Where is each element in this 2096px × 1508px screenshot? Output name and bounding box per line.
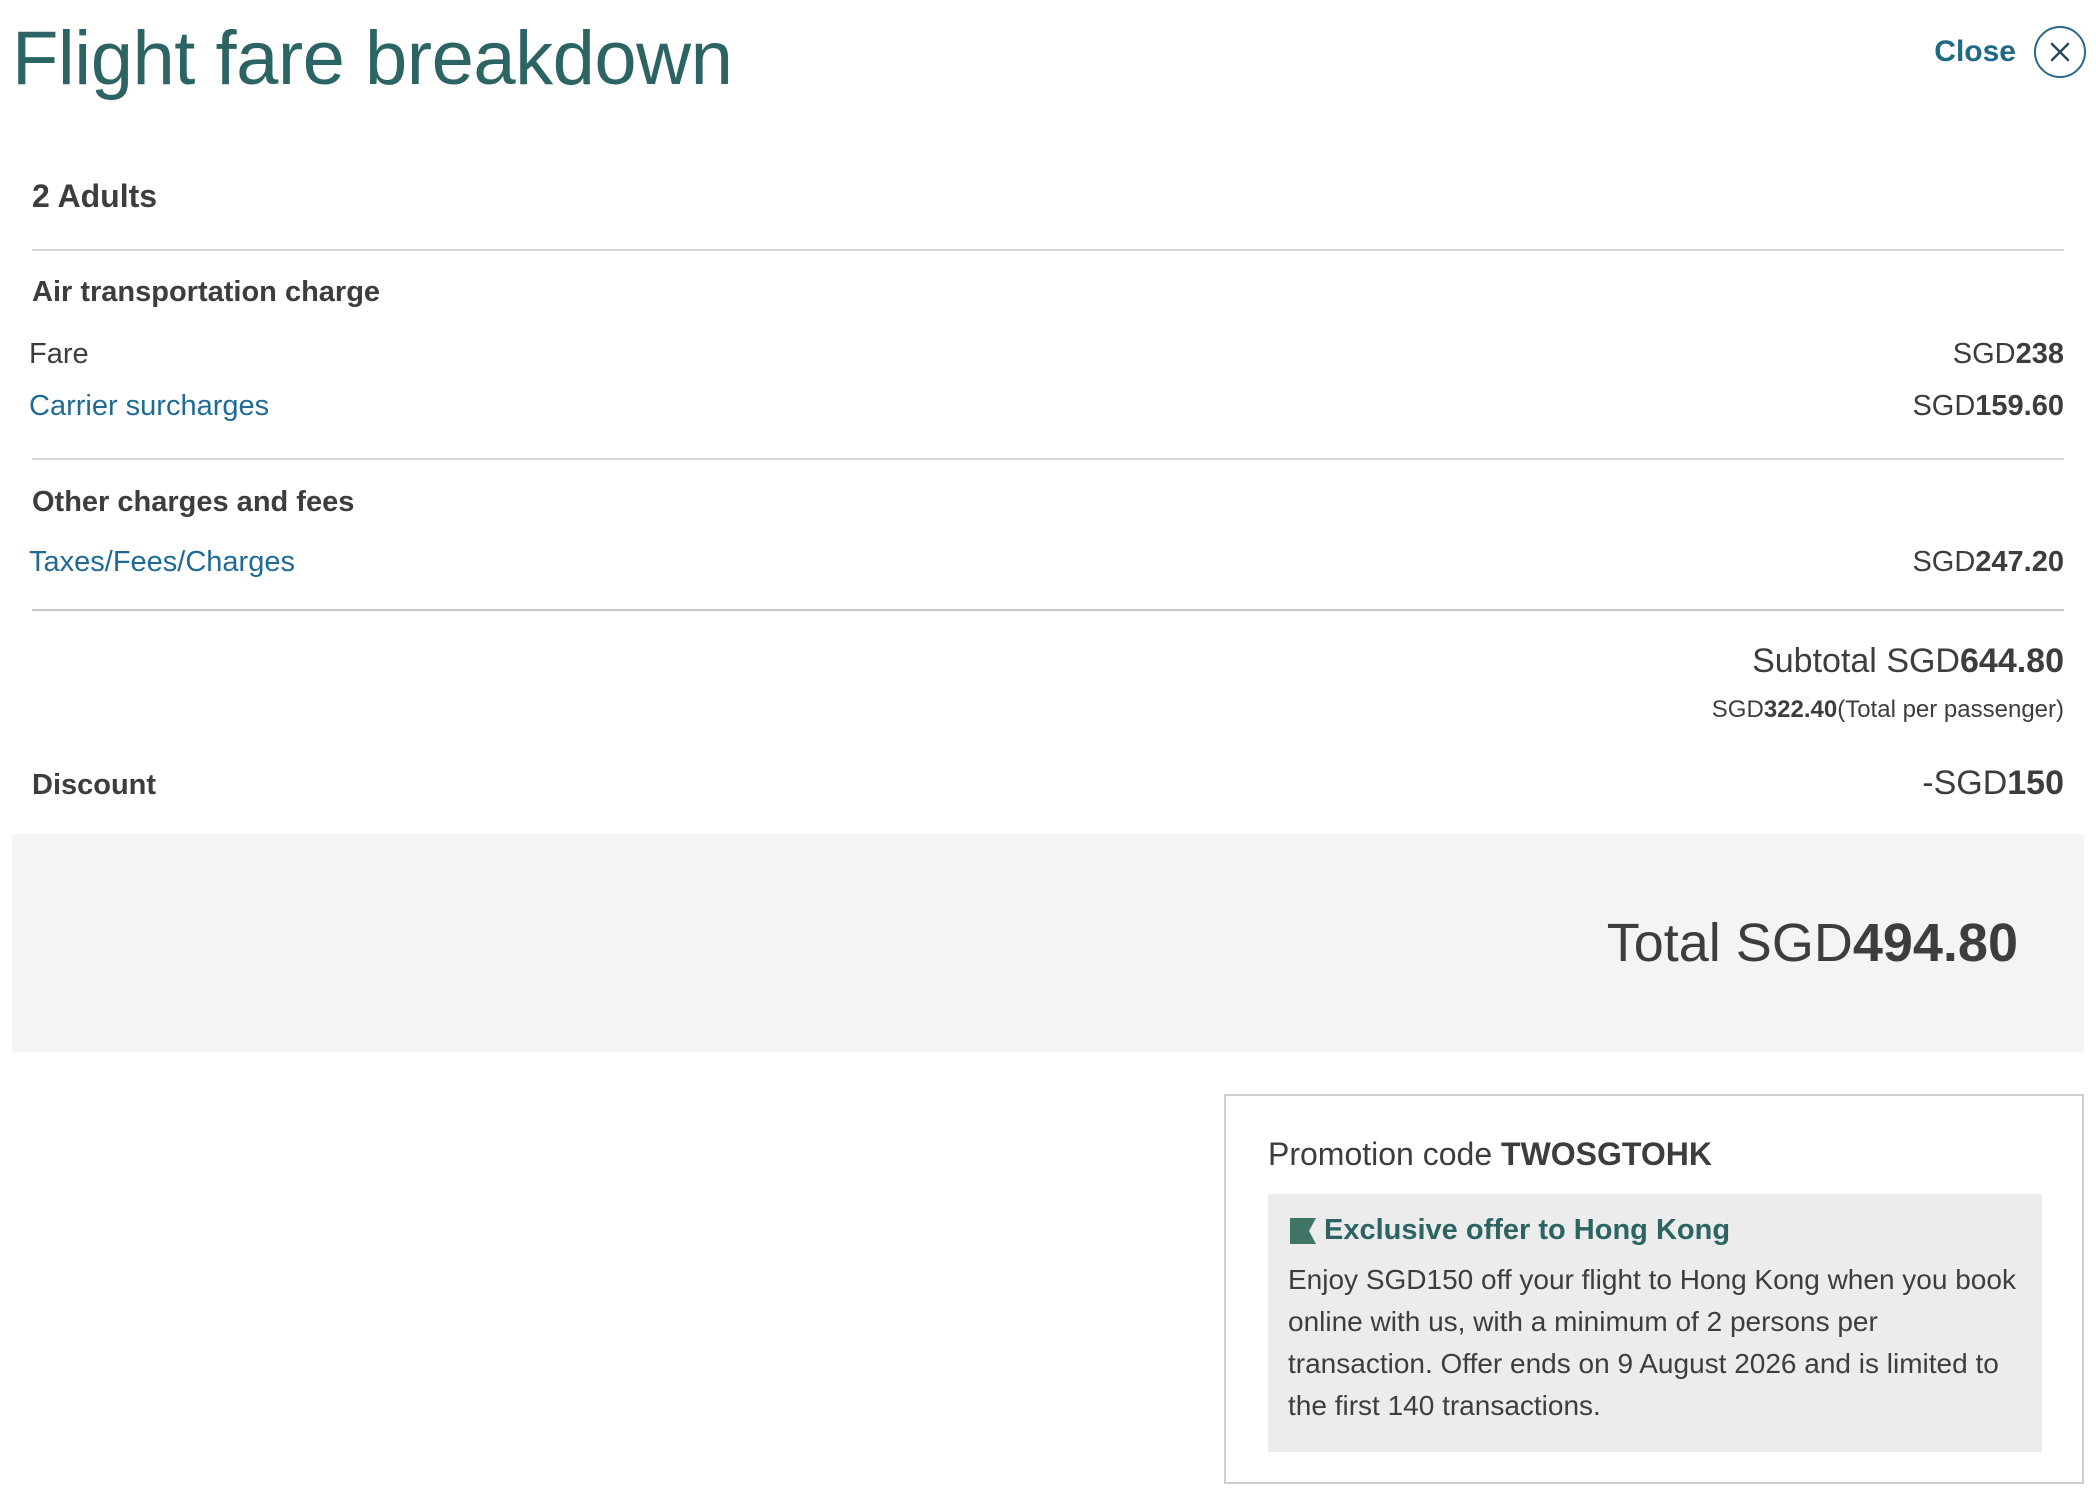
carrier-surcharges-row: Carrier surcharges SGD159.60	[29, 390, 2064, 423]
taxes-fees-charges-link[interactable]: Taxes/Fees/Charges	[29, 546, 295, 579]
carrier-surcharges-link[interactable]: Carrier surcharges	[29, 390, 269, 423]
page-title: Flight fare breakdown	[12, 16, 733, 101]
discount-amount: -SGD150	[1922, 764, 2064, 802]
per-passenger-total: SGD322.40(Total per passenger)	[1711, 696, 2064, 723]
flag-icon	[1290, 1217, 1316, 1244]
fare-amount: SGD238	[1952, 338, 2064, 370]
promotion-code: Promotion code TWOSGTOHK	[1268, 1136, 1712, 1172]
taxes-amount: SGD247.20	[1912, 546, 2064, 578]
promotion-box: Promotion code TWOSGTOHK Exclusive offer…	[1224, 1094, 2084, 1484]
close-icon[interactable]	[2034, 26, 2086, 78]
air-transportation-heading: Air transportation charge	[32, 276, 381, 308]
divider	[32, 458, 2064, 460]
passenger-count: 2 Adults	[32, 178, 158, 214]
divider	[32, 609, 2064, 611]
discount-label: Discount	[32, 769, 157, 801]
offer-title: Exclusive offer to Hong Kong	[1288, 1214, 2022, 1247]
discount-row: Discount -SGD150	[32, 764, 2064, 803]
taxes-row: Taxes/Fees/Charges SGD247.20	[29, 546, 2064, 579]
total-panel: Total SGD494.80	[12, 834, 2084, 1052]
divider	[32, 249, 2064, 251]
offer-description: Enjoy SGD150 off your flight to Hong Kon…	[1288, 1264, 2016, 1421]
close-label: Close	[1934, 35, 2016, 68]
offer-panel: Exclusive offer to Hong Kong Enjoy SGD15…	[1268, 1194, 2042, 1452]
offer-title-text: Exclusive offer to Hong Kong	[1324, 1214, 1731, 1246]
grand-total: Total SGD494.80	[1606, 913, 2018, 973]
carrier-surcharges-amount: SGD159.60	[1912, 390, 2064, 422]
other-charges-heading: Other charges and fees	[32, 486, 355, 518]
fare-label: Fare	[29, 338, 89, 370]
fare-row: Fare SGD238	[29, 338, 2064, 371]
subtotal: Subtotal SGD644.80	[1752, 642, 2064, 680]
fare-breakdown-dialog: Flight fare breakdown Close 2 Adults Air…	[0, 0, 2096, 1508]
close-button[interactable]: Close	[1934, 26, 2086, 78]
